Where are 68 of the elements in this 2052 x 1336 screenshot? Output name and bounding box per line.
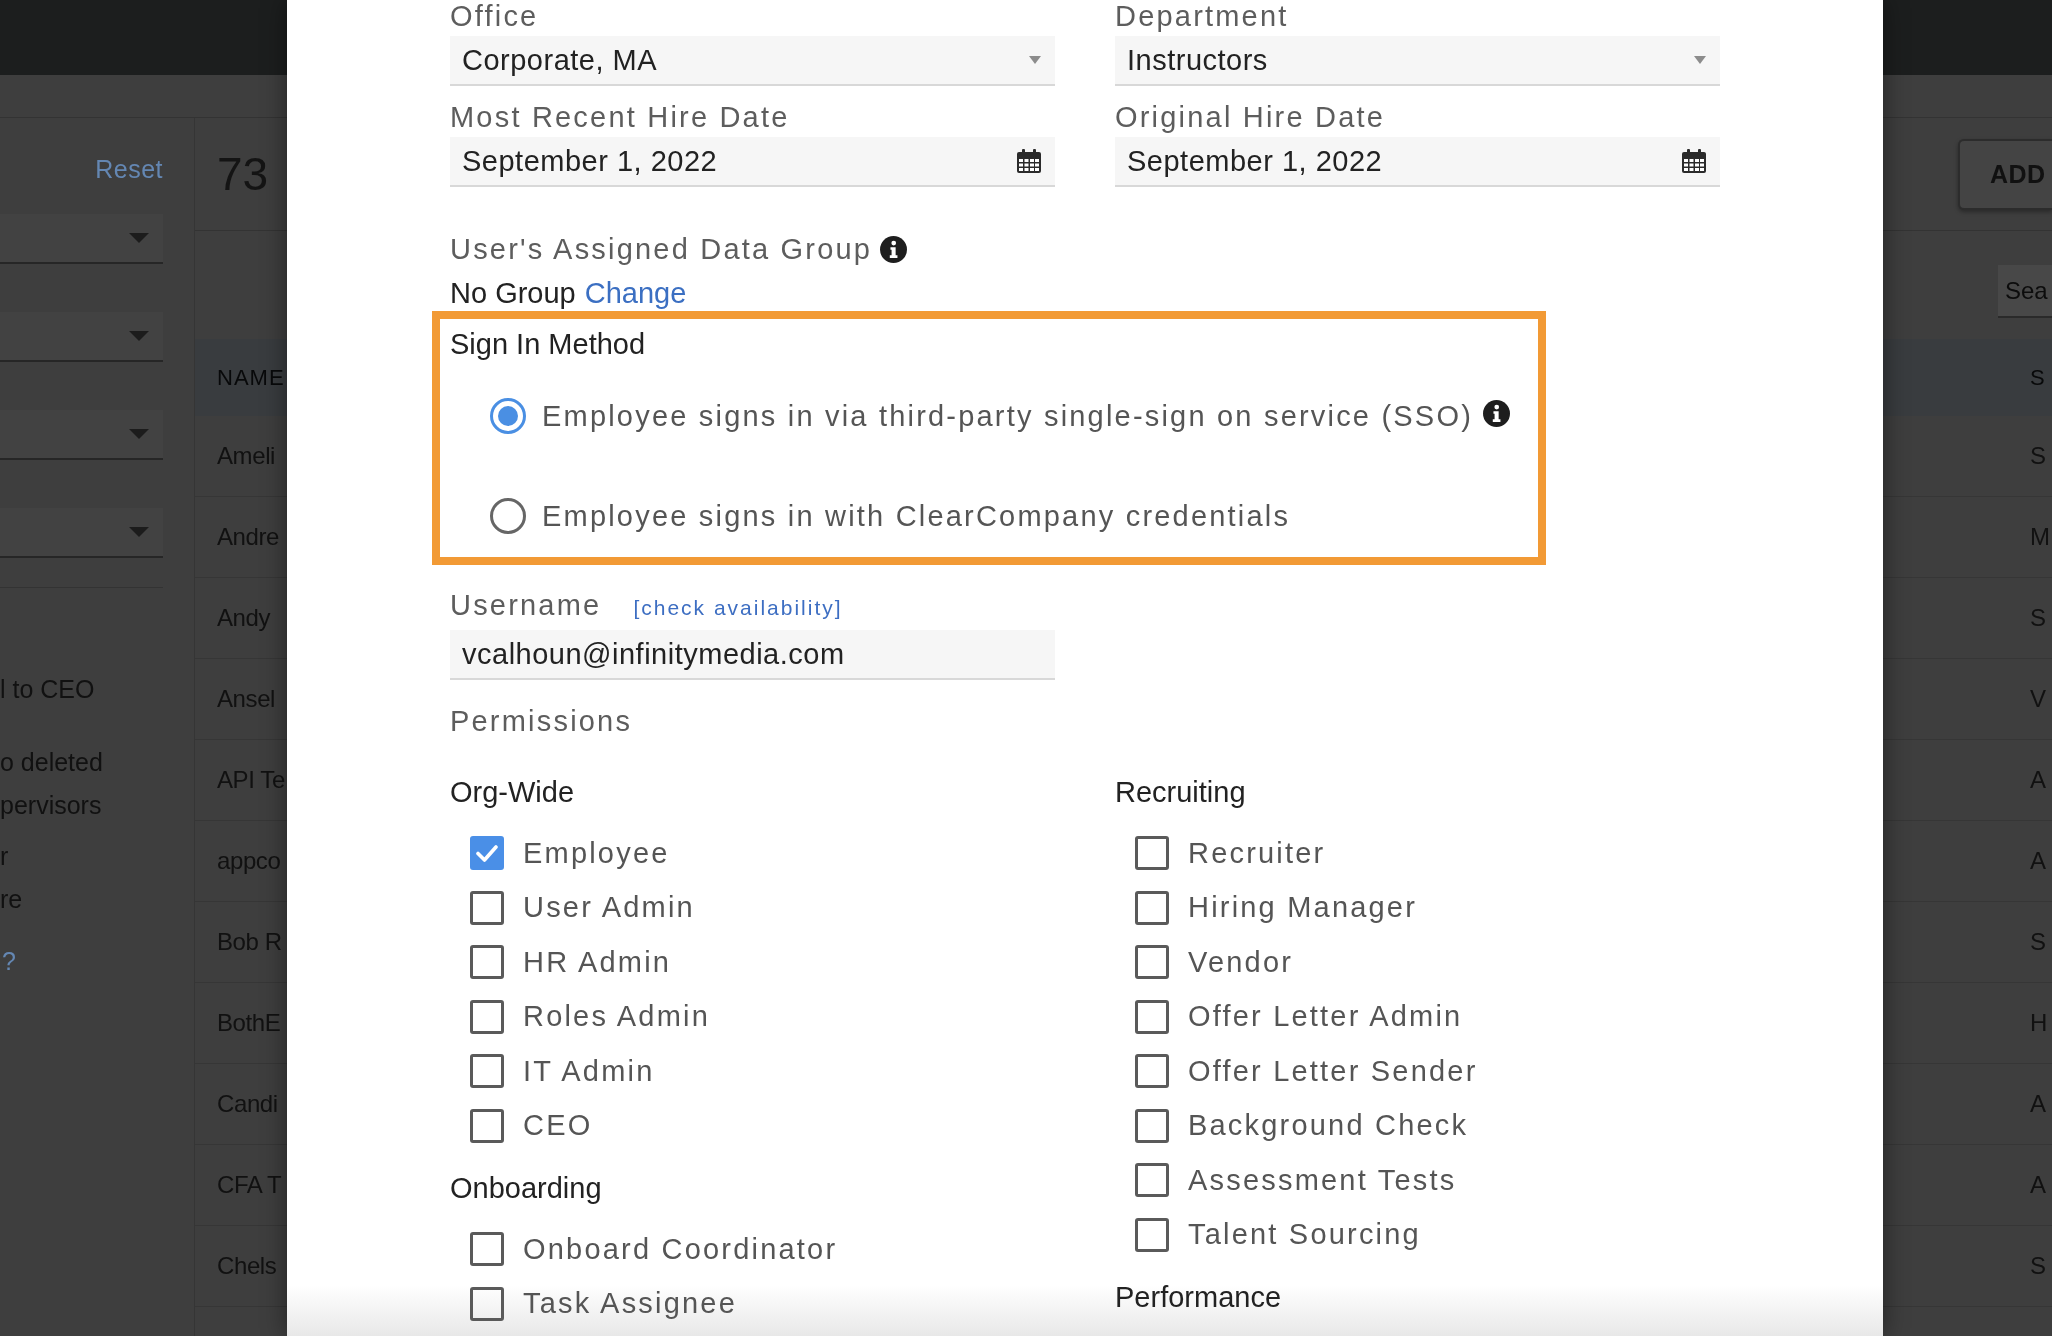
caret-icon <box>1029 56 1041 64</box>
caret-icon <box>129 331 149 341</box>
section-title: Sign In Method <box>450 327 647 361</box>
checkbox-label: Hiring Manager <box>1188 891 1418 925</box>
checkbox-label: Task Assignee <box>523 1287 737 1321</box>
dropdown-field[interactable]: Instructors <box>1115 36 1720 86</box>
field-label: User's Assigned Data Group <box>450 232 873 266</box>
info-icon[interactable] <box>1483 399 1510 427</box>
checkbox[interactable] <box>470 1286 504 1321</box>
checkbox[interactable] <box>1135 1108 1169 1143</box>
checkmark-icon <box>476 844 498 862</box>
date-field[interactable]: September 1, 2022 <box>450 137 1055 187</box>
checkbox-label: Offer Letter Admin <box>1188 1000 1463 1034</box>
checkbox-label: Background Check <box>1188 1109 1469 1143</box>
checkbox-label: Vendor <box>1188 945 1294 979</box>
checkbox[interactable] <box>470 890 504 925</box>
field-label: Username <box>450 588 602 622</box>
radio-button[interactable] <box>490 498 526 534</box>
calendar-icon[interactable] <box>1017 149 1041 173</box>
checkbox[interactable] <box>470 1108 504 1143</box>
radio-label[interactable]: Employee signs in via third-party single-sign on service (SSO) <box>542 399 1473 433</box>
checkbox-label: Roles Admin <box>523 1000 710 1034</box>
info-icon[interactable] <box>880 235 908 263</box>
group-heading: Performance <box>1115 1280 1281 1314</box>
caret-icon <box>129 429 149 439</box>
search-field[interactable]: Sea <box>1998 265 2052 318</box>
radio-label[interactable]: Employee signs in with ClearCompany credentials <box>542 499 1291 533</box>
checkbox[interactable] <box>1135 945 1169 980</box>
check-availability-link[interactable]: [check availability] <box>633 596 843 620</box>
checkbox-label: Assessment Tests <box>1188 1163 1457 1197</box>
checkbox[interactable] <box>470 945 504 980</box>
checkbox[interactable] <box>470 1054 504 1089</box>
group-heading: Org-Wide <box>450 775 575 809</box>
group-heading: Recruiting <box>1115 775 1246 809</box>
username-field[interactable]: vcalhoun@infinitymedia.com <box>450 630 1055 680</box>
checkbox-label: Recruiter <box>1188 836 1326 870</box>
checkbox-label: CEO <box>523 1109 593 1143</box>
date-field[interactable]: September 1, 2022 <box>1115 137 1720 187</box>
checkbox-label: Employee <box>523 836 670 870</box>
caret-icon <box>1694 56 1706 64</box>
checkbox[interactable] <box>1135 1217 1169 1252</box>
checkbox-label: Offer Letter Sender <box>1188 1054 1478 1088</box>
checkbox[interactable] <box>470 836 504 871</box>
caret-icon <box>129 233 149 243</box>
calendar-icon[interactable] <box>1682 149 1706 173</box>
checkbox[interactable] <box>1135 999 1169 1034</box>
checkbox[interactable] <box>1135 890 1169 925</box>
dropdown-field[interactable]: Corporate, MA <box>450 36 1055 86</box>
field-label: Department <box>1115 0 1289 32</box>
checkbox[interactable] <box>470 999 504 1034</box>
radio-button[interactable] <box>490 398 526 434</box>
checkbox[interactable] <box>1135 836 1169 871</box>
group-heading: Onboarding <box>450 1171 602 1205</box>
field-label: Original Hire Date <box>1115 101 1386 133</box>
checkbox-label: Onboard Coordinator <box>523 1232 838 1266</box>
checkbox-label: Talent Sourcing <box>1188 1218 1421 1252</box>
checkbox-label: IT Admin <box>523 1054 655 1088</box>
checkbox-label: HR Admin <box>523 945 672 979</box>
section-label: Permissions <box>450 704 633 738</box>
checkbox[interactable] <box>470 1232 504 1267</box>
field-label: Office <box>450 0 539 32</box>
checkbox-label: User Admin <box>523 891 695 925</box>
data-group-value: No Group <box>450 276 576 310</box>
checkbox[interactable] <box>1135 1163 1169 1198</box>
caret-icon <box>129 527 149 537</box>
field-label: Most Recent Hire Date <box>450 101 790 133</box>
checkbox[interactable] <box>1135 1054 1169 1089</box>
change-link[interactable]: Change <box>584 276 687 310</box>
